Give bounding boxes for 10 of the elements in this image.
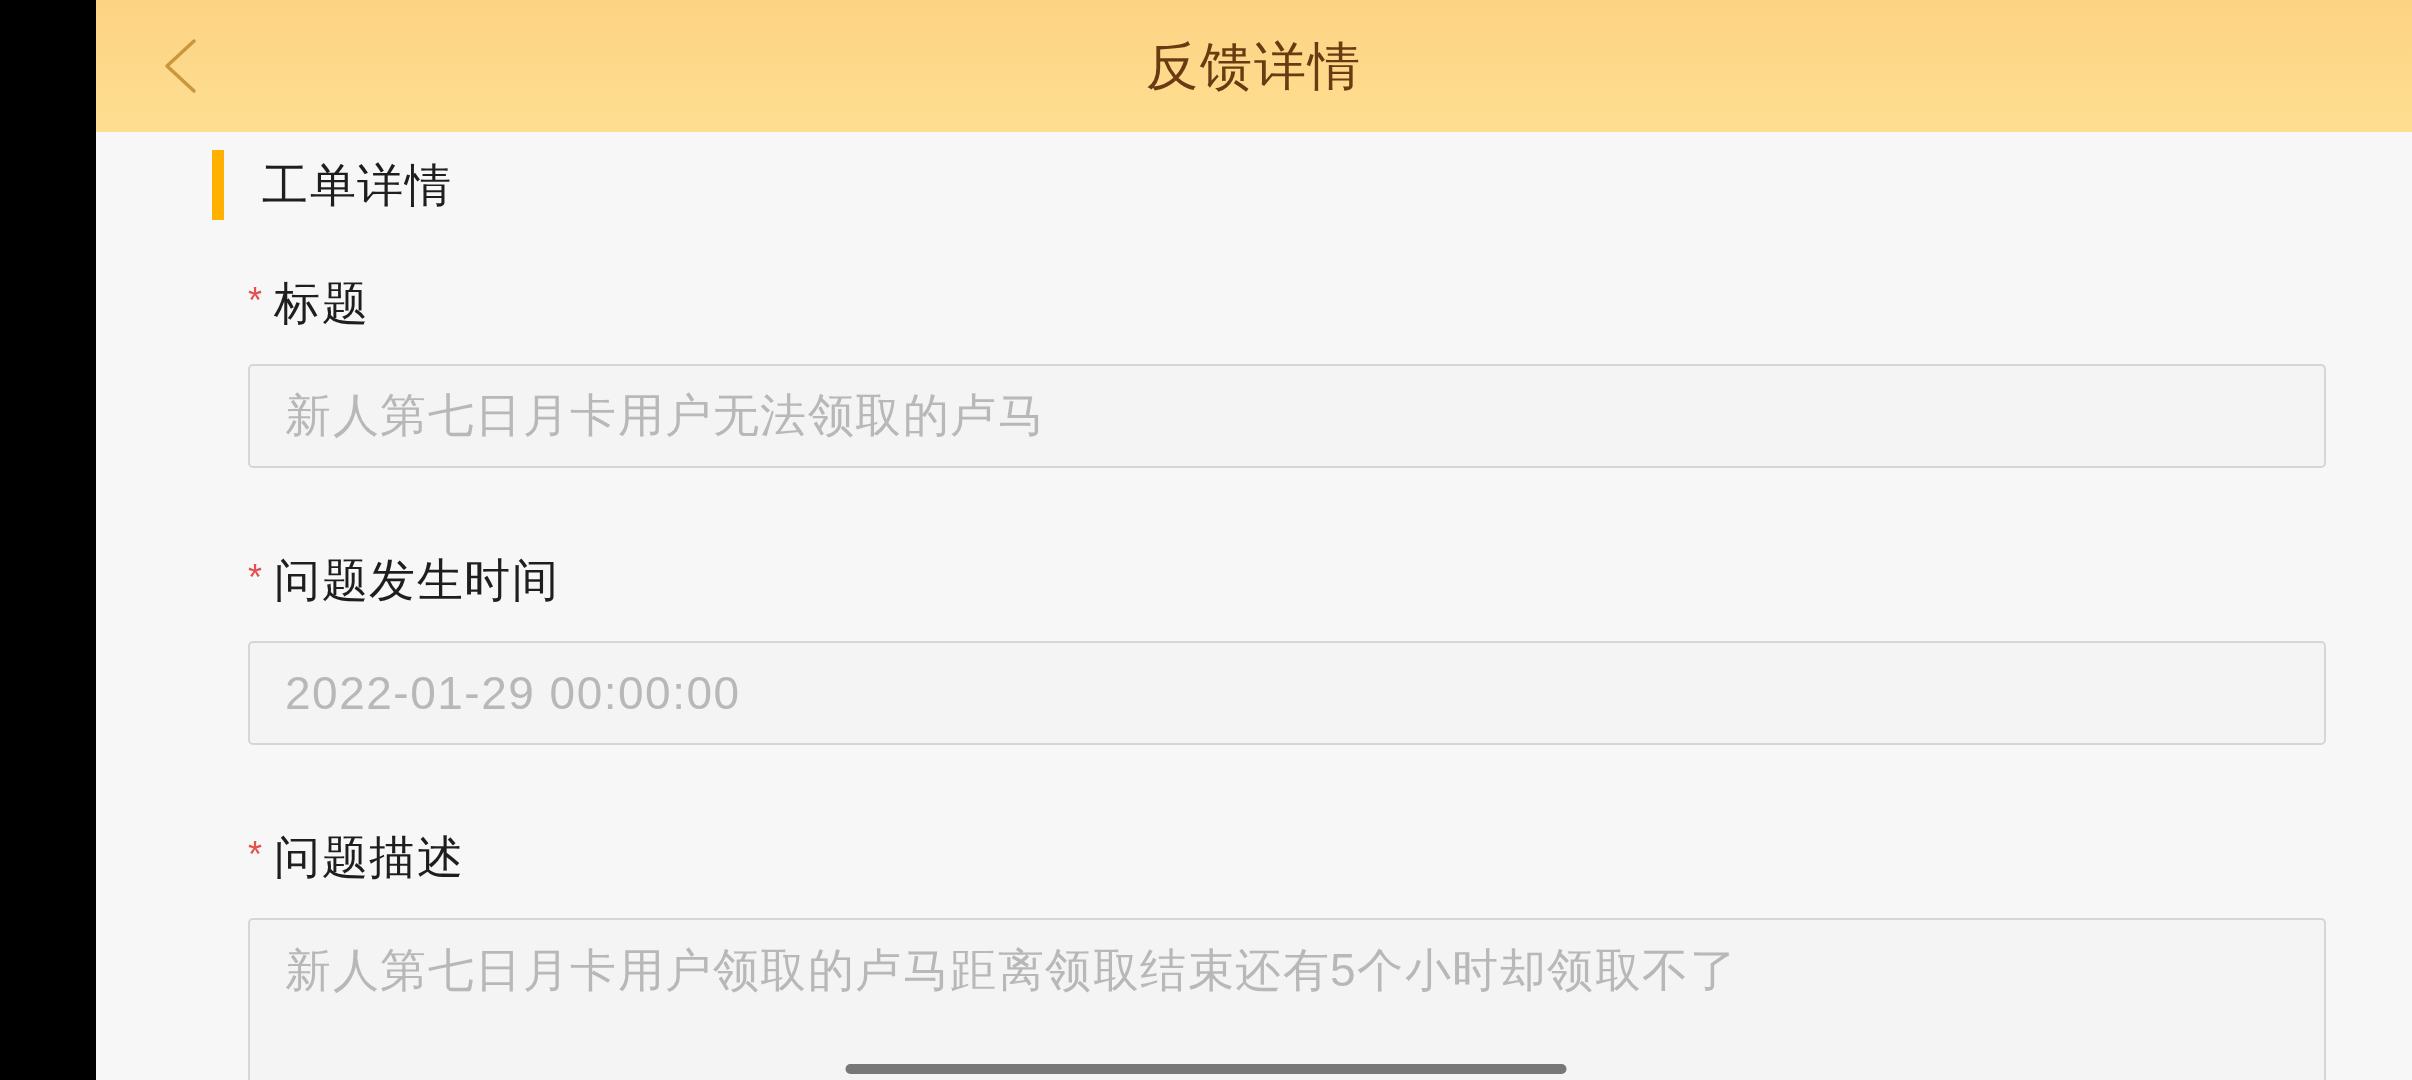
section-title: 工单详情 bbox=[262, 158, 452, 213]
field-label: 问题发生时间 bbox=[274, 553, 559, 608]
page-title: 反馈详情 bbox=[1146, 35, 1362, 97]
accent-bar bbox=[212, 150, 224, 220]
required-asterisk: * bbox=[248, 283, 262, 319]
required-asterisk: * bbox=[248, 560, 262, 596]
field-label: 问题描述 bbox=[274, 830, 464, 885]
required-asterisk: * bbox=[248, 837, 262, 873]
chevron-left-icon bbox=[163, 38, 197, 94]
field-label: 标题 bbox=[274, 276, 369, 331]
